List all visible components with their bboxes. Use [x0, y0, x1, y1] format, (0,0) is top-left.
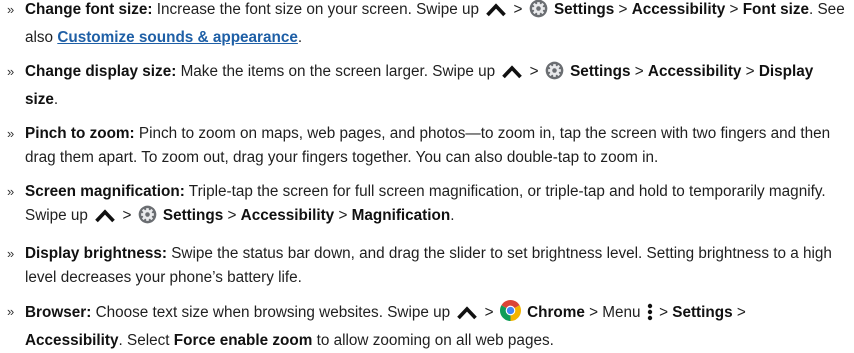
separator: > [122, 207, 132, 224]
settings-label: Settings [553, 1, 615, 18]
chevron-up-icon [456, 305, 478, 329]
magnification-label: Magnification [351, 207, 451, 224]
separator: > [589, 304, 599, 321]
separator: > [338, 207, 348, 224]
item-text: Increase the font size on your screen. S… [156, 1, 479, 18]
item-text: . [450, 207, 455, 224]
separator: > [729, 1, 739, 18]
accessibility-label: Accessibility [240, 207, 335, 224]
item-title: Change display size: [25, 63, 177, 80]
list-item-browser: » Browser: Choose text size when browsin… [7, 300, 846, 353]
separator: > [529, 63, 539, 80]
accessibility-label: Accessibility [631, 1, 726, 18]
item-title: Pinch to zoom: [25, 125, 135, 142]
force-enable-zoom-label: Force enable zoom [173, 332, 313, 349]
settings-label: Settings [672, 304, 733, 321]
settings-gear-icon [138, 205, 157, 232]
chevron-up-icon [501, 64, 523, 88]
separator: > [634, 63, 644, 80]
accessibility-label: Accessibility [25, 332, 119, 349]
list-item-change-font-size: » Change font size: Increase the font si… [7, 0, 846, 50]
bullet-marker: » [7, 2, 15, 17]
bullet-marker: » [7, 246, 15, 261]
item-text: . [297, 29, 303, 46]
bullet-marker: » [7, 126, 15, 141]
list-item-screen-magnification: » Screen magnification: Triple-tap the s… [7, 180, 846, 232]
chrome-label: Chrome [527, 304, 585, 321]
document-page: » Change font size: Increase the font si… [0, 0, 854, 353]
menu-label: Menu [602, 304, 641, 321]
separator: > [736, 304, 746, 321]
item-title: Display brightness: [25, 245, 167, 262]
list-item-pinch-to-zoom: » Pinch to zoom: Pinch to zoom on maps, … [7, 122, 846, 170]
settings-gear-icon [529, 0, 548, 26]
separator: > [484, 304, 494, 321]
chevron-up-icon [485, 2, 507, 26]
item-text: . Select [118, 332, 170, 349]
item-title: Screen magnification: [25, 183, 185, 200]
separator: > [227, 207, 237, 224]
accessibility-label: Accessibility [647, 63, 742, 80]
separator: > [659, 304, 668, 321]
separator: > [513, 1, 523, 18]
menu-dots-icon [647, 303, 653, 329]
bullet-marker: » [7, 64, 15, 79]
chevron-up-icon [94, 208, 116, 232]
list-item-display-brightness: » Display brightness: Swipe the status b… [7, 242, 846, 290]
item-text: . [53, 91, 59, 108]
settings-label: Settings [570, 63, 631, 80]
separator: > [745, 63, 755, 80]
bullet-marker: » [7, 184, 15, 199]
settings-gear-icon [545, 61, 564, 88]
chrome-icon [499, 300, 521, 329]
item-text: Choose text size when browsing websites.… [95, 304, 451, 321]
item-text: Make the items on the screen larger. Swi… [180, 63, 496, 80]
item-title: Browser: [25, 304, 92, 321]
item-text: Pinch to zoom on maps, web pages, and ph… [25, 125, 831, 166]
item-text: to allow zooming on all web pages. [316, 332, 554, 349]
list-item-change-display-size: » Change display size: Make the items on… [7, 60, 846, 112]
customize-sounds-link[interactable]: Customize sounds & appearance [57, 29, 298, 46]
separator: > [618, 1, 628, 18]
font-size-label: Font size [742, 1, 809, 18]
item-title: Change font size: [25, 1, 153, 18]
settings-label: Settings [162, 207, 224, 224]
bullet-marker: » [7, 304, 15, 319]
